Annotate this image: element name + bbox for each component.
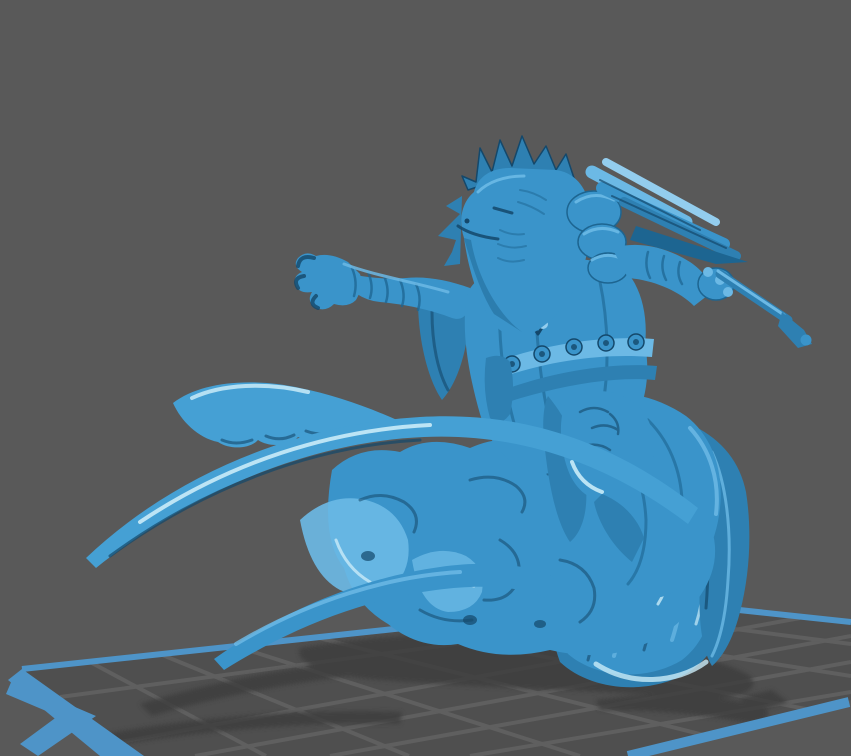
nostril — [465, 219, 470, 224]
viewport-canvas[interactable] — [0, 0, 851, 756]
sash-knot — [485, 356, 513, 422]
pommel-knob — [801, 335, 812, 346]
viewport-3d[interactable] — [0, 0, 851, 756]
